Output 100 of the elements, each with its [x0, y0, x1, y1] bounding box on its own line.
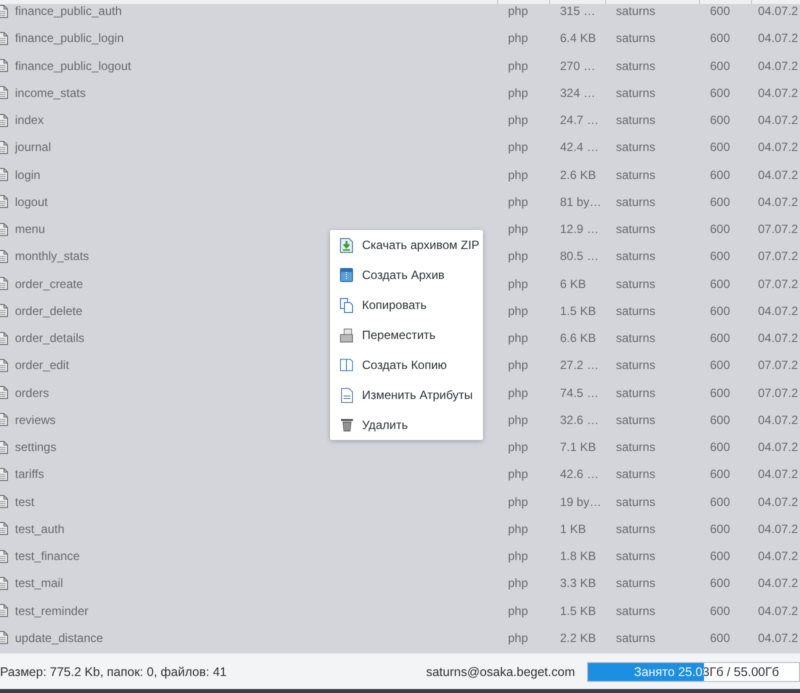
- file-permissions: 600: [710, 412, 730, 427]
- file-size: 12.9 …: [560, 222, 599, 236]
- file-date: 04.07.2: [758, 4, 798, 18]
- file-date: 04.07.2: [758, 549, 798, 564]
- file-type: php: [508, 140, 528, 154]
- menu-item[interactable]: Создать Копию: [330, 350, 480, 380]
- file-icon: [0, 114, 8, 127]
- file-date: 04.07.2: [758, 58, 798, 73]
- file-name: order_edit: [15, 358, 70, 372]
- file-date: 04.07.2: [758, 630, 798, 645]
- file-permissions: 600: [710, 630, 730, 645]
- file-type: php: [508, 549, 528, 564]
- file-icon: [0, 413, 8, 426]
- file-size: 74.5 …: [560, 386, 599, 400]
- status-summary: Размер: 775.2 Kb, папок: 0, файлов: 41: [0, 664, 227, 678]
- file-icon: [0, 222, 8, 236]
- account-email: saturns@osaka.beget.com: [426, 664, 575, 678]
- file-name: menu: [15, 222, 46, 236]
- file-date: 07.07.2: [758, 386, 798, 400]
- file-size: 7.1 KB: [560, 440, 596, 454]
- file-type: php: [508, 249, 528, 264]
- file-name: test_reminder: [15, 604, 88, 618]
- file-owner: saturns: [616, 522, 656, 536]
- menu-item[interactable]: Удалить: [330, 410, 480, 440]
- file-owner: saturns: [616, 331, 656, 346]
- file-size: 6.4 KB: [560, 31, 596, 46]
- file-type: php: [508, 276, 528, 291]
- file-permissions: 600: [710, 522, 730, 536]
- stacked-pages-icon: [340, 328, 353, 342]
- file-icon: [0, 576, 8, 590]
- file-type: php: [508, 630, 528, 645]
- file-name: update_distance: [15, 630, 104, 645]
- file-owner: saturns: [616, 467, 656, 482]
- file-owner: saturns: [616, 168, 656, 182]
- file-permissions: 600: [710, 467, 730, 482]
- file-type: php: [508, 168, 528, 182]
- archive-icon: [340, 268, 353, 282]
- file-permissions: 600: [710, 604, 730, 618]
- file-date: 04.07.2: [758, 576, 798, 590]
- file-icon: [0, 495, 8, 508]
- file-type: php: [508, 331, 528, 346]
- file-permissions: 600: [710, 549, 730, 564]
- menu-item[interactable]: Изменить Атрибуты: [330, 380, 480, 410]
- file-owner: saturns: [616, 549, 656, 564]
- file-name: monthly_stats: [15, 249, 90, 264]
- file-owner: saturns: [616, 494, 656, 509]
- file-name: logout: [15, 194, 48, 209]
- file-type: php: [508, 194, 528, 209]
- file-size: 6 KB: [560, 276, 586, 291]
- file-size: 42.6 …: [560, 467, 599, 482]
- file-type: php: [508, 412, 528, 427]
- file-size: 324 …: [560, 86, 596, 100]
- file-name: order_create: [15, 276, 84, 291]
- file-type: php: [508, 467, 528, 482]
- file-name: order_delete: [15, 304, 82, 318]
- file-size: 2.6 KB: [560, 168, 596, 182]
- file-date: 04.07.2: [758, 31, 798, 46]
- file-date: 07.07.2: [758, 249, 798, 264]
- menu-item[interactable]: Переместить: [330, 320, 480, 350]
- file-type: php: [508, 304, 528, 318]
- file-permissions: 600: [710, 194, 730, 209]
- file-owner: saturns: [616, 113, 656, 128]
- file-permissions: 600: [710, 4, 730, 18]
- trash-icon: [340, 418, 352, 432]
- file-type: php: [508, 494, 528, 509]
- file-date: 04.07.2: [758, 113, 798, 128]
- file-name: index: [15, 113, 44, 128]
- file-size: 1.5 KB: [560, 304, 596, 318]
- file-name: journal: [15, 140, 52, 154]
- file-date: 07.07.2: [758, 276, 798, 291]
- file-size: 6.6 KB: [560, 331, 596, 346]
- file-size: 1.5 KB: [560, 604, 596, 618]
- file-download-icon: [340, 238, 353, 252]
- file-permissions: 600: [710, 331, 730, 346]
- file-owner: saturns: [616, 58, 656, 73]
- file-permissions: 600: [710, 31, 730, 46]
- file-permissions: 600: [710, 576, 730, 590]
- file-icon: [0, 195, 8, 208]
- copy-icon: [340, 298, 353, 312]
- file-size: 2.2 KB: [560, 630, 596, 645]
- file-name: finance_public_auth: [15, 4, 122, 18]
- file-icon: [0, 468, 8, 481]
- file-owner: saturns: [616, 194, 656, 209]
- file-date: 04.07.2: [758, 412, 798, 427]
- menu-item[interactable]: Скачать архивом ZIP: [330, 230, 480, 260]
- file-type: php: [508, 31, 528, 46]
- file-permissions: 600: [710, 276, 730, 291]
- file-owner: saturns: [616, 86, 656, 100]
- file-name: test_finance: [15, 549, 80, 564]
- menu-item[interactable]: Копировать: [330, 290, 480, 320]
- menu-item[interactable]: Создать Архив: [330, 260, 480, 290]
- file-date: 04.07.2: [758, 467, 798, 482]
- file-name: orders: [15, 386, 50, 400]
- file-size: 42.4 …: [560, 140, 599, 154]
- file-owner: saturns: [616, 140, 656, 154]
- file-permissions: 600: [710, 440, 730, 454]
- file-owner: saturns: [616, 358, 656, 372]
- file-size: 32.6 …: [560, 412, 599, 427]
- file-icon: [0, 59, 8, 72]
- file-type: php: [508, 576, 528, 590]
